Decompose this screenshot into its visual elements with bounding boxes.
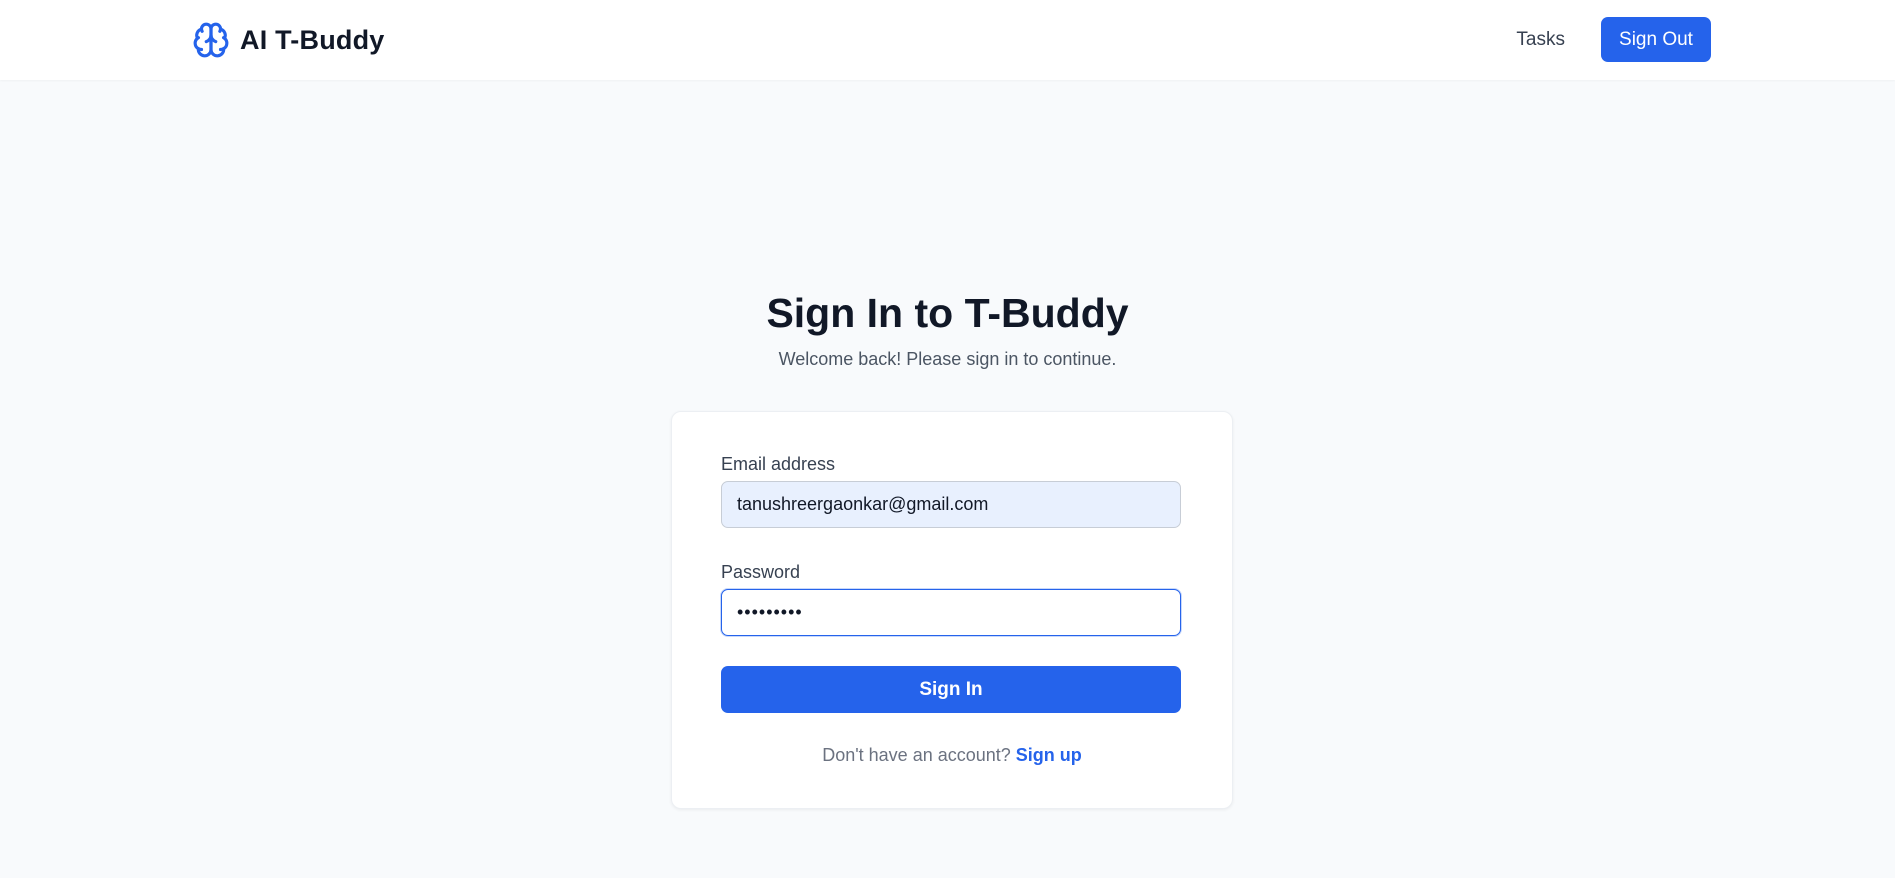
- top-navbar: AI T-Buddy Tasks Sign Out: [0, 0, 1895, 80]
- sign-out-button[interactable]: Sign Out: [1601, 17, 1711, 62]
- nav-actions: Tasks Sign Out: [1516, 17, 1711, 62]
- sign-in-card: Email address Password Sign In Don't hav…: [671, 411, 1233, 809]
- page-title: Sign In to T-Buddy: [766, 290, 1129, 336]
- email-label: Email address: [721, 454, 836, 474]
- nav-link-tasks[interactable]: Tasks: [1516, 29, 1565, 51]
- brand-name: AI T-Buddy: [240, 24, 385, 55]
- email-field[interactable]: [721, 481, 1181, 528]
- sign-in-button[interactable]: Sign In: [721, 666, 1181, 713]
- page-subtitle: Welcome back! Please sign in to continue…: [778, 349, 1117, 369]
- signup-prompt-row: Don't have an account? Sign up: [672, 745, 1232, 766]
- brand-logo-link[interactable]: AI T-Buddy: [192, 18, 385, 62]
- password-field[interactable]: [721, 589, 1181, 636]
- password-label: Password: [721, 562, 801, 582]
- signup-prompt-text: Don't have an account?: [822, 745, 1011, 765]
- brain-icon: [192, 21, 230, 59]
- sign-up-link[interactable]: Sign up: [1016, 745, 1082, 765]
